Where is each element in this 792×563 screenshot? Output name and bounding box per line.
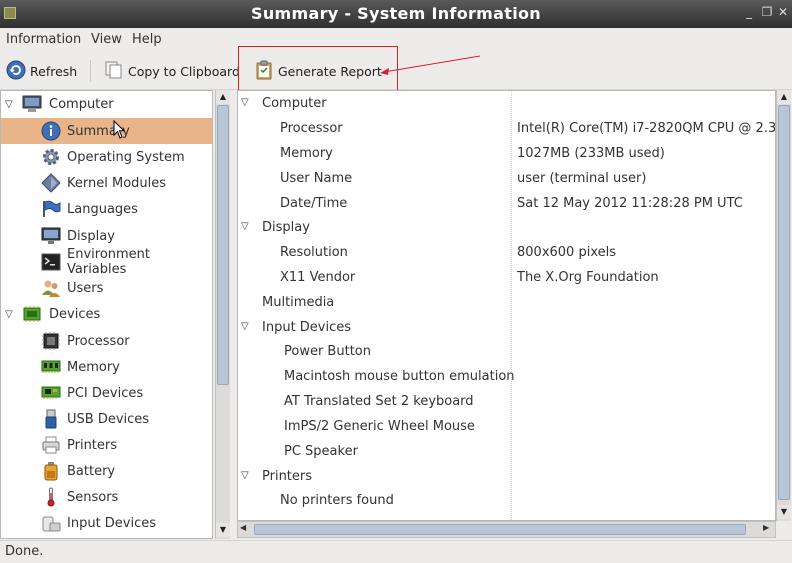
sidebar-group-devices[interactable]: ▽ Devices <box>1 301 212 327</box>
scroll-up-icon[interactable]: ▲ <box>777 90 791 104</box>
chip-icon <box>22 304 42 324</box>
usb-icon <box>41 409 61 429</box>
toolbar-separator <box>90 60 91 82</box>
scroll-right-icon[interactable]: ▶ <box>763 523 769 532</box>
flag-icon <box>41 199 61 219</box>
sidebar-scroll-thumb[interactable] <box>217 105 229 385</box>
maximize-icon[interactable]: ❐ <box>760 5 774 19</box>
detail-row[interactable]: ImPS/2 Generic Wheel Mouse <box>238 414 775 439</box>
scroll-up-icon[interactable]: ▲ <box>216 90 230 104</box>
sidebar-item-environment-variables[interactable]: Environment Variables <box>1 247 212 277</box>
sidebar-item-summary[interactable]: Summary <box>1 118 212 144</box>
sidebar-scrollbar[interactable]: ▲ ▼ <box>215 90 230 539</box>
detail-row[interactable]: Processor Intel(R) Core(TM) i7-2820QM CP… <box>238 116 775 141</box>
refresh-icon <box>6 60 26 83</box>
scroll-left-icon[interactable]: ◀ <box>240 523 246 532</box>
section-printers[interactable]: ▽ Printers <box>238 464 775 489</box>
detail-row[interactable]: User Name user (terminal user) <box>238 166 775 191</box>
detail-row[interactable]: Macintosh mouse button emulation <box>238 364 775 389</box>
detail-row[interactable]: No printers found <box>238 488 775 513</box>
details-scroll-thumb[interactable] <box>778 105 790 500</box>
copy-icon <box>104 60 124 83</box>
sidebar-item-printers[interactable]: Printers <box>1 432 212 458</box>
refresh-button[interactable]: Refresh <box>6 60 77 82</box>
sidebar-tree: ▽ Computer Summary Operating System Kern… <box>0 90 213 539</box>
expander-down-icon[interactable]: ▽ <box>241 97 249 108</box>
cpu-icon <box>41 331 61 351</box>
detail-row[interactable]: Date/Time Sat 12 May 2012 11:28:28 PM UT… <box>238 191 775 216</box>
memory-icon <box>41 357 61 377</box>
sidebar-item-kernel-modules[interactable]: Kernel Modules <box>1 170 212 196</box>
scroll-down-icon[interactable]: ▼ <box>216 523 230 537</box>
mouse-cursor-icon <box>113 119 127 144</box>
detail-row[interactable]: X11 Vendor The X.Org Foundation <box>238 265 775 290</box>
sidebar-item-processor[interactable]: Processor <box>1 328 212 354</box>
menu-help[interactable]: Help <box>132 32 162 47</box>
detail-row[interactable]: PC Speaker <box>238 439 775 464</box>
status-bar: Done. <box>0 540 792 563</box>
sidebar-item-operating-system[interactable]: Operating System <box>1 144 212 170</box>
menu-information[interactable]: Information <box>6 32 81 47</box>
section-computer[interactable]: ▽ Computer <box>238 91 775 116</box>
status-text: Done. <box>5 544 44 559</box>
details-pane: ▽ Computer Processor Intel(R) Core(TM) i… <box>237 90 776 521</box>
info-icon <box>41 121 61 141</box>
close-icon[interactable]: ✕ <box>776 5 790 19</box>
printer-icon <box>41 435 61 455</box>
section-multimedia[interactable]: Multimedia <box>238 290 775 315</box>
section-display[interactable]: ▽ Display <box>238 215 775 240</box>
menu-view[interactable]: View <box>91 32 122 47</box>
sidebar-item-sensors[interactable]: Sensors <box>1 484 212 510</box>
details-hscroll-thumb[interactable] <box>254 524 746 535</box>
sidebar-item-languages[interactable]: Languages <box>1 196 212 222</box>
scroll-down-icon[interactable]: ▼ <box>777 505 791 519</box>
sidebar-item-users[interactable]: Users <box>1 275 212 301</box>
sidebar-item-battery[interactable]: Battery <box>1 458 212 484</box>
expander-down-icon[interactable]: ▽ <box>241 221 249 232</box>
detail-row[interactable]: Resolution 800x600 pixels <box>238 240 775 265</box>
diamond-icon <box>41 173 61 193</box>
sidebar-group-computer[interactable]: ▽ Computer <box>1 91 212 117</box>
section-input-devices[interactable]: ▽ Input Devices <box>238 315 775 340</box>
terminal-icon <box>41 252 61 272</box>
sidebar-item-input-devices[interactable]: Input Devices <box>1 510 212 536</box>
details-hscrollbar[interactable]: ◀ ▶ <box>237 521 776 538</box>
sidebar-item-memory[interactable]: Memory <box>1 354 212 380</box>
sidebar-item-display[interactable]: Display <box>1 223 212 249</box>
users-icon <box>41 278 61 298</box>
gear-icon <box>41 147 61 167</box>
pci-icon <box>41 383 61 403</box>
thermometer-icon <box>41 487 61 507</box>
sidebar-item-usb-devices[interactable]: USB Devices <box>1 406 212 432</box>
window-title: Summary - System Information <box>251 4 541 23</box>
expander-down-icon[interactable]: ▽ <box>241 321 249 332</box>
expander-down-icon[interactable]: ▽ <box>241 470 249 481</box>
sidebar-item-pci-devices[interactable]: PCI Devices <box>1 380 212 406</box>
copy-clipboard-button[interactable]: Copy to Clipboard <box>104 60 240 82</box>
title-bar: Summary - System Information _ ❐ ✕ <box>0 0 792 28</box>
minimize-icon[interactable]: _ <box>742 5 756 19</box>
keyboard-icon <box>41 513 61 533</box>
detail-row[interactable]: AT Translated Set 2 keyboard <box>238 389 775 414</box>
display-icon <box>41 226 61 246</box>
details-scrollbar[interactable]: ▲ ▼ <box>776 90 791 521</box>
expander-down-icon[interactable]: ▽ <box>5 99 13 110</box>
detail-row[interactable]: Power Button <box>238 339 775 364</box>
annotation-arrow <box>380 55 481 75</box>
expander-down-icon[interactable]: ▽ <box>5 309 13 320</box>
battery-icon <box>41 461 61 481</box>
detail-row[interactable]: Memory 1027MB (233MB used) <box>238 141 775 166</box>
monitor-icon <box>22 94 42 114</box>
